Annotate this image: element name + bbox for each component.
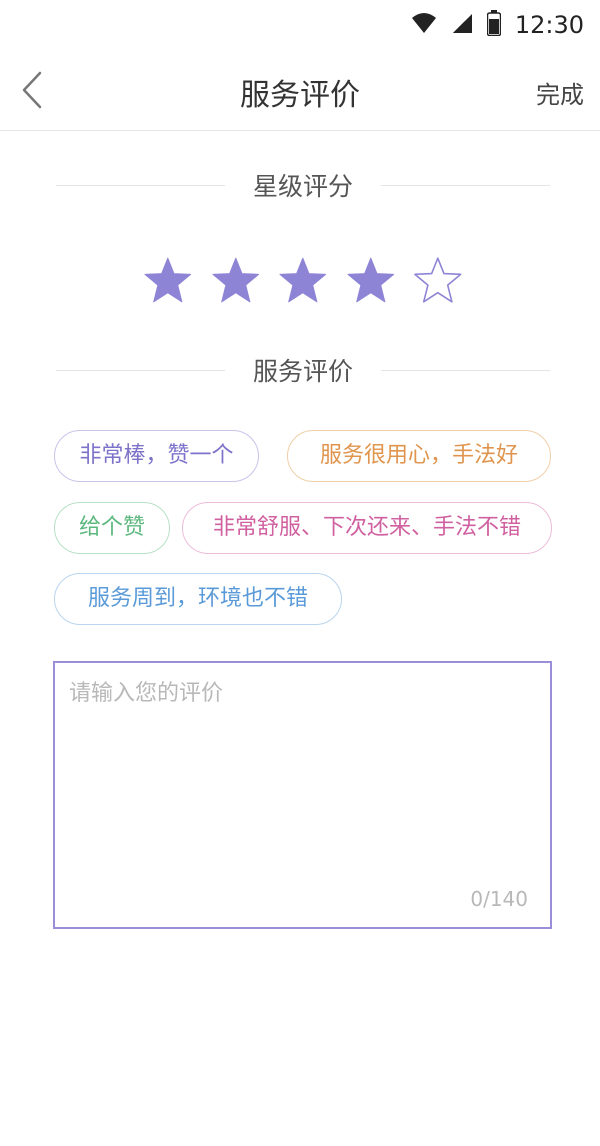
review-tag[interactable]: 非常棒，赞一个: [54, 430, 259, 482]
review-section-title: 服务评价: [253, 357, 354, 386]
divider-line: [56, 369, 225, 371]
star-filled-icon[interactable]: [278, 256, 328, 306]
char-counter: 0/140: [470, 887, 528, 911]
divider-line: [56, 184, 225, 186]
rating-section-header: 星级评分: [56, 165, 551, 205]
service-review-screen: 12:30 服务评价 完成 星级评分 服务评价 非常棒，赞一个 服务很用心，手法…: [0, 0, 600, 1146]
status-icons: 12:30: [411, 8, 584, 42]
done-button[interactable]: 完成: [536, 75, 584, 110]
signal-icon: [451, 12, 473, 38]
rating-section-title: 星级评分: [253, 172, 354, 201]
review-tag[interactable]: 非常舒服、下次还来、手法不错: [182, 502, 552, 554]
comment-box: 0/140: [53, 661, 552, 929]
review-tag[interactable]: 给个赞: [54, 502, 170, 554]
battery-icon: [486, 10, 502, 40]
nav-bar: 服务评价 完成: [0, 50, 600, 131]
star-empty-icon[interactable]: [413, 256, 463, 306]
review-tag[interactable]: 服务周到，环境也不错: [54, 573, 342, 625]
star-filled-icon[interactable]: [211, 256, 261, 306]
divider-line: [381, 184, 551, 186]
status-bar: 12:30: [0, 0, 600, 50]
star-filled-icon[interactable]: [346, 256, 396, 306]
star-filled-icon[interactable]: [143, 256, 193, 306]
status-time: 12:30: [514, 11, 584, 39]
review-tag[interactable]: 服务很用心，手法好: [287, 430, 551, 482]
page-title: 服务评价: [240, 78, 360, 113]
comment-input[interactable]: [69, 675, 537, 875]
review-section-header: 服务评价: [56, 350, 551, 390]
divider-line: [381, 369, 551, 371]
star-rating: [143, 256, 463, 306]
wifi-icon: [411, 12, 437, 38]
